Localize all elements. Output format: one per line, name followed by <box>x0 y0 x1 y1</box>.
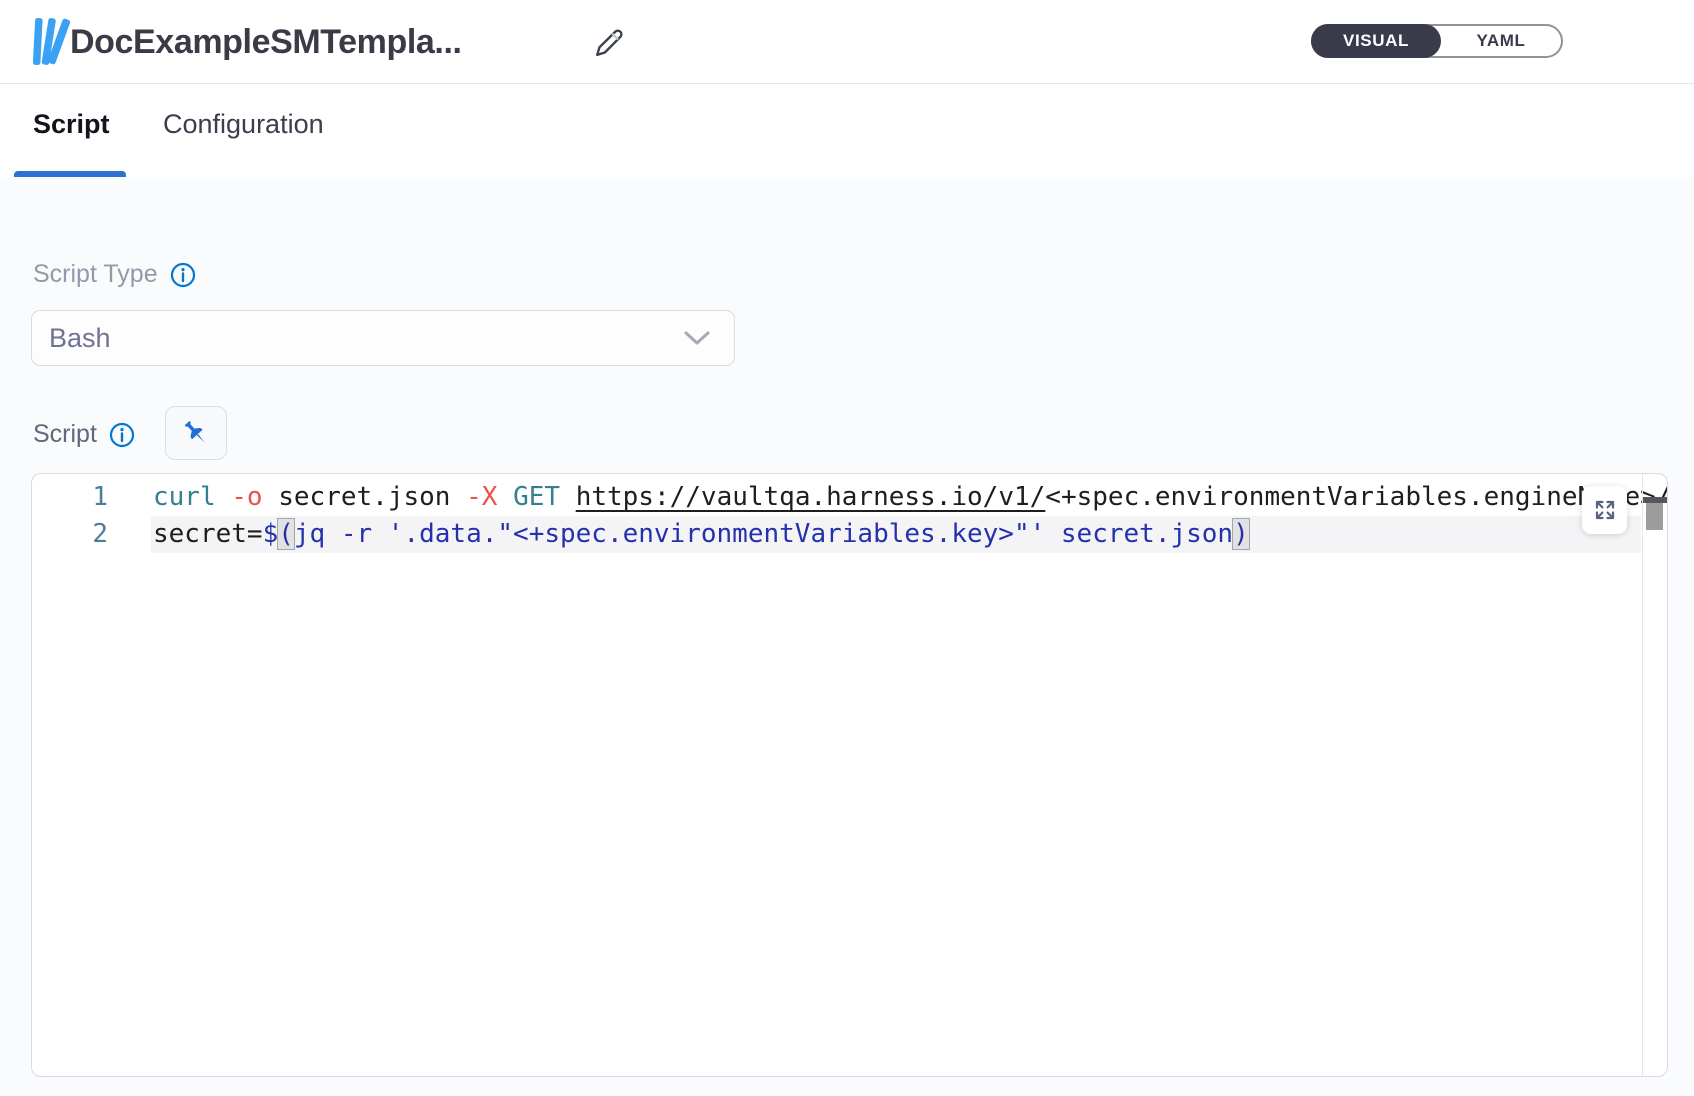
info-icon[interactable] <box>109 422 135 448</box>
code-segment: https://vaultqa.harness.io/v1/ <box>576 482 1046 512</box>
code-segment: -o <box>231 482 262 512</box>
tab-bar: Script Configuration <box>0 85 1694 177</box>
script-type-select[interactable]: Bash <box>31 310 735 366</box>
toggle-option-yaml[interactable]: YAML <box>1441 26 1561 56</box>
header: DocExampleSMTempla... VISUAL YAML <box>0 0 1694 84</box>
script-code-editor[interactable]: 1 curl -o secret.json -X GET https://vaul… <box>31 473 1668 1077</box>
script-label: Script <box>33 420 135 449</box>
pin-script-button[interactable] <box>165 406 227 460</box>
editor-scrollbar-thumb[interactable] <box>1646 503 1663 530</box>
code-segment: $ <box>263 519 279 549</box>
code-segment: GET <box>513 482 560 512</box>
edit-pencil-icon <box>589 21 631 63</box>
script-type-value: Bash <box>32 323 684 354</box>
code-line[interactable]: 1 curl -o secret.json -X GET https://vaul… <box>32 479 1667 516</box>
line-number: 1 <box>32 479 108 516</box>
code-segment: curl <box>153 482 216 512</box>
active-tab-indicator <box>14 171 126 177</box>
toggle-option-visual[interactable]: VISUAL <box>1311 24 1441 58</box>
harness-logo-icon <box>31 16 71 68</box>
code-segment: ) <box>1233 519 1249 549</box>
expand-icon <box>1593 498 1617 522</box>
info-icon[interactable] <box>170 262 196 288</box>
script-type-label-text: Script Type <box>33 260 158 289</box>
code-segment: secret.json <box>263 482 467 512</box>
code-segment: jq -r '.data."<+spec.environmentVariable… <box>294 519 1233 549</box>
page-title: DocExampleSMTempla... <box>70 0 462 84</box>
code-line-content[interactable]: secret=$(jq -r '.data."<+spec.environmen… <box>151 516 1641 553</box>
code-line[interactable]: 2 secret=$(jq -r '.data."<+spec.environme… <box>32 516 1667 553</box>
script-type-label: Script Type <box>33 260 196 289</box>
code-segment: -X <box>466 482 497 512</box>
expand-editor-button[interactable] <box>1582 486 1627 534</box>
code-line-content[interactable]: curl -o secret.json -X GET https://vault… <box>151 479 1668 516</box>
script-label-text: Script <box>33 420 97 449</box>
code-lines: 1 curl -o secret.json -X GET https://vaul… <box>32 479 1667 553</box>
code-segment <box>216 482 232 512</box>
code-segment: <+spec.environmentVariables.engineName>/ <box>1045 482 1668 512</box>
edit-title-button[interactable] <box>588 21 632 65</box>
pin-icon <box>180 417 212 449</box>
code-segment <box>497 482 513 512</box>
code-segment: ( <box>278 519 294 549</box>
editor-scrollbar-track <box>1642 474 1667 1076</box>
line-number: 2 <box>32 516 108 553</box>
visual-yaml-toggle: VISUAL YAML <box>1311 24 1563 58</box>
tab-script[interactable]: Script <box>33 109 110 140</box>
tab-configuration[interactable]: Configuration <box>163 109 324 140</box>
chevron-down-icon <box>684 330 710 346</box>
code-segment <box>560 482 576 512</box>
code-segment: secret= <box>153 519 263 549</box>
